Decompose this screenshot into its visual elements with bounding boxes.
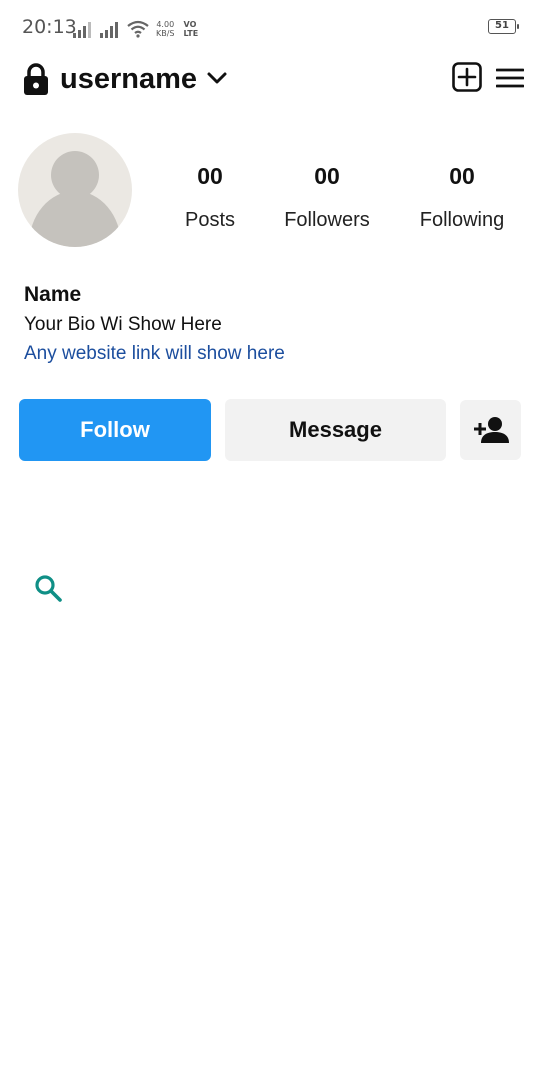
profile-website-link[interactable]: Any website link will show here xyxy=(24,343,285,365)
stat-value: 00 xyxy=(197,163,223,189)
network-speed: 4.00 KB/S xyxy=(156,20,175,38)
suggested-users-button[interactable] xyxy=(460,400,521,460)
search-icon[interactable] xyxy=(33,573,63,603)
profile-name: Name xyxy=(24,283,82,306)
add-person-icon xyxy=(473,417,509,443)
message-button[interactable]: Message xyxy=(225,399,446,461)
status-time: 20:13 xyxy=(22,16,77,38)
stat-followers[interactable]: 00 Followers xyxy=(272,163,382,232)
net-speed-unit: KB/S xyxy=(156,29,175,38)
status-bar: 20:13 4.00 KB/S VO LTE 51 xyxy=(0,0,540,54)
message-button-label: Message xyxy=(289,417,382,442)
avatar[interactable] xyxy=(18,133,132,247)
profile-header: username xyxy=(0,56,540,102)
wifi-icon xyxy=(127,20,149,38)
volte-indicator: VO LTE xyxy=(184,20,199,38)
profile-bio: Your Bio Wi Show Here xyxy=(24,314,222,335)
net-speed-value: 4.00 xyxy=(156,20,175,29)
signal-icon xyxy=(73,20,91,38)
menu-icon[interactable] xyxy=(496,67,524,89)
stat-value: 00 xyxy=(314,163,340,189)
signal-icon xyxy=(100,20,118,38)
battery-icon: 51 xyxy=(488,19,519,34)
stat-label: Followers xyxy=(284,209,370,231)
volte-top: VO xyxy=(183,20,197,29)
stat-label: Following xyxy=(419,209,505,231)
chevron-down-icon[interactable] xyxy=(206,70,228,86)
add-post-icon[interactable] xyxy=(452,62,482,92)
stat-value: 00 xyxy=(449,163,475,189)
follow-button-label: Follow xyxy=(80,417,150,442)
battery-level: 51 xyxy=(495,20,509,31)
username-title[interactable]: username xyxy=(60,63,197,96)
stat-label: Posts xyxy=(184,209,236,231)
stat-posts[interactable]: 00 Posts xyxy=(170,163,250,232)
status-icons: 4.00 KB/S VO LTE xyxy=(73,16,198,38)
lock-icon xyxy=(24,63,48,95)
default-avatar-icon xyxy=(29,151,121,247)
stat-following[interactable]: 00 Following xyxy=(410,163,514,232)
follow-button[interactable]: Follow xyxy=(19,399,211,461)
volte-bottom: LTE xyxy=(183,29,199,38)
